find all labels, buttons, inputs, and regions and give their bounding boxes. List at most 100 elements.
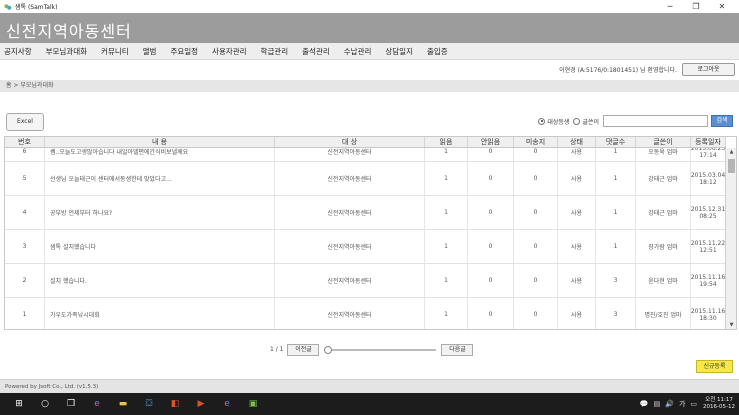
page-indicator: 1 / 1 bbox=[270, 346, 284, 353]
cell-unread: 0 bbox=[468, 230, 514, 263]
scroll-up-icon[interactable]: ▲ bbox=[727, 148, 736, 157]
table-row[interactable]: 3 샘톡 설치했습니다 신전지역아동센터 1 0 0 사용 1 장가람 엄마 2… bbox=[5, 230, 726, 264]
col-header-target[interactable]: 대 상 bbox=[275, 137, 425, 147]
menu-class-management[interactable]: 학급관리 bbox=[261, 46, 289, 57]
clock-date: 2016-05-12 bbox=[703, 404, 735, 410]
footer: Powered by Jsoft Co., Ltd. (v1.5.3) bbox=[0, 379, 739, 393]
scroll-thumb[interactable] bbox=[728, 159, 735, 173]
center-name: 신전지역아동센터 bbox=[6, 22, 132, 41]
menu-schedule[interactable]: 주요일정 bbox=[170, 46, 198, 57]
cell-not-received: 0 bbox=[514, 148, 558, 161]
pager: 1 / 1 이전글 다음글 bbox=[270, 343, 474, 356]
menu-counseling-log[interactable]: 상담일지 bbox=[385, 46, 413, 57]
table-row[interactable]: 2 설치 했습니다. 신전지역아동센터 1 0 0 사용 3 윤다현 엄마 20… bbox=[5, 264, 726, 298]
table-row[interactable]: 4 공부방 언제부터 하나요? 신전지역아동센터 1 0 0 사용 1 강태근 … bbox=[5, 196, 726, 230]
clock[interactable]: 오전 11:17 2016-05-12 bbox=[703, 397, 735, 411]
cell-not-received: 0 bbox=[514, 196, 558, 229]
language-icon[interactable]: 가 bbox=[679, 399, 685, 409]
office-icon[interactable]: ◧ bbox=[168, 397, 182, 411]
cell-read: 1 bbox=[425, 162, 468, 195]
app-icon[interactable]: ▣ bbox=[246, 397, 260, 411]
col-header-unread[interactable]: 안읽음 bbox=[468, 137, 514, 147]
radio-target-label: 대상등생 bbox=[547, 118, 570, 126]
cell-content: 쌤..오늘도고생많아습니다 내일아델편에간식비보낼께요 bbox=[45, 148, 275, 161]
cell-target: 신전지역아동센터 bbox=[275, 230, 425, 263]
col-header-date[interactable]: 등록일자 bbox=[691, 137, 726, 147]
task-view-icon[interactable]: ❒ bbox=[64, 397, 78, 411]
cell-read: 1 bbox=[425, 264, 468, 297]
windows-start-icon[interactable]: ⊞ bbox=[12, 397, 26, 411]
radio-author[interactable]: 글쓴이 bbox=[573, 117, 599, 126]
page-slider[interactable] bbox=[324, 344, 437, 356]
cell-target: 신전지역아동센터 bbox=[275, 162, 425, 195]
cell-no: 3 bbox=[5, 230, 45, 263]
col-header-read[interactable]: 읽음 bbox=[425, 137, 468, 147]
next-button[interactable]: 다음글 bbox=[441, 343, 474, 356]
search-area: 대상등생 글쓴이 검색 bbox=[538, 115, 733, 127]
cell-unread: 0 bbox=[468, 196, 514, 229]
system-tray: 💬 ▤ 🔊 가 ▭ 오전 11:17 2016-05-12 bbox=[635, 393, 735, 415]
cell-comments: 1 bbox=[596, 196, 636, 229]
close-button[interactable]: ✕ bbox=[709, 0, 735, 13]
cell-date: 2015.03.04 18:12 bbox=[691, 162, 726, 195]
window-titlebar: 샘톡 (SamTalk) ─ ❐ ✕ bbox=[0, 0, 739, 13]
cell-no: 4 bbox=[5, 196, 45, 229]
menu-payment[interactable]: 수납관리 bbox=[344, 46, 372, 57]
slider-knob[interactable] bbox=[324, 345, 333, 354]
app-header: 신전지역아동센터 bbox=[0, 13, 739, 43]
col-header-comments[interactable]: 댓글수 bbox=[596, 137, 636, 147]
samtalk-app-icon bbox=[4, 3, 12, 10]
network-icon[interactable]: ▤ bbox=[654, 400, 661, 408]
table-row[interactable]: 1 가우도가족낚시대회 신전지역아동센터 1 0 0 사용 3 명진/호진 엄마… bbox=[5, 298, 726, 329]
new-post-button[interactable]: 신규등록 bbox=[696, 360, 733, 373]
cell-status: 사용 bbox=[558, 196, 596, 229]
windows-taskbar: ⊞ ○ ❒ e ▬ ⛋ ◧ ▶ e ▣ 💬 ▤ 🔊 가 ▭ 오전 11:17 2… bbox=[0, 393, 739, 415]
battery-icon[interactable]: ▭ bbox=[690, 400, 697, 408]
search-button[interactable]: 검색 bbox=[711, 115, 733, 127]
menu-community[interactable]: 커뮤니티 bbox=[101, 46, 129, 57]
cell-date: 2015.11.16 19:54 bbox=[691, 264, 726, 297]
volume-icon[interactable]: 🔊 bbox=[665, 400, 674, 408]
table-header: 번호 내 용 대 상 읽음 안읽음 미송지 상태 댓글수 글쓴이 등록일자 bbox=[5, 137, 726, 148]
menu-notice[interactable]: 공지사항 bbox=[4, 46, 32, 57]
menu-access-pass[interactable]: 출입증 bbox=[427, 46, 448, 57]
cell-read: 1 bbox=[425, 230, 468, 263]
table-row[interactable]: 6 쌤..오늘도고생많아습니다 내일아델편에간식비보낼께요 신전지역아동센터 1… bbox=[5, 148, 726, 162]
menu-parent-chat[interactable]: 부모님과대화 bbox=[46, 46, 87, 57]
col-header-no[interactable]: 번호 bbox=[5, 137, 45, 147]
menu-album[interactable]: 앨범 bbox=[143, 46, 157, 57]
logout-button[interactable]: 로그아웃 bbox=[682, 63, 735, 76]
cell-content: 샘톡 설치했습니다 bbox=[45, 230, 275, 263]
internet-explorer-icon[interactable]: e bbox=[220, 397, 234, 411]
radio-target[interactable]: 대상등생 bbox=[538, 117, 569, 126]
col-header-author[interactable]: 글쓴이 bbox=[636, 137, 691, 147]
col-header-content[interactable]: 내 용 bbox=[45, 137, 275, 147]
menu-attendance[interactable]: 출석관리 bbox=[302, 46, 330, 57]
cell-unread: 0 bbox=[468, 298, 514, 329]
cell-status: 사용 bbox=[558, 162, 596, 195]
col-header-not-received[interactable]: 미송지 bbox=[514, 137, 558, 147]
cell-unread: 0 bbox=[468, 148, 514, 161]
table-row[interactable]: 5 선생님 오늘태근이 센터에서동생한테 맞았다고... 신전지역아동센터 1 … bbox=[5, 162, 726, 196]
cell-comments: 1 bbox=[596, 162, 636, 195]
excel-export-button[interactable]: Excel bbox=[6, 113, 44, 131]
table-body: 6 쌤..오늘도고생많아습니다 내일아델편에간식비보낼께요 신전지역아동센터 1… bbox=[5, 148, 726, 329]
notification-bubble-icon[interactable]: 💬 bbox=[640, 400, 649, 408]
cell-date: 2015.12.31 08:25 bbox=[691, 196, 726, 229]
scroll-down-icon[interactable]: ▼ bbox=[727, 321, 736, 329]
welcome-text: 이현경 (A:5176/0:1801451) 님 환영합니다. bbox=[559, 67, 677, 74]
col-header-status[interactable]: 상태 bbox=[558, 137, 596, 147]
edge-browser-icon[interactable]: e bbox=[90, 397, 104, 411]
file-explorer-icon[interactable]: ▬ bbox=[116, 397, 130, 411]
menu-user-management[interactable]: 사용자관리 bbox=[212, 46, 247, 57]
table-scrollbar[interactable]: ▲ ▼ bbox=[725, 148, 736, 329]
media-icon[interactable]: ▶ bbox=[194, 397, 208, 411]
prev-button[interactable]: 이전글 bbox=[287, 343, 320, 356]
store-icon[interactable]: ⛋ bbox=[142, 397, 156, 411]
maximize-button[interactable]: ❐ bbox=[683, 0, 709, 13]
minimize-button[interactable]: ─ bbox=[657, 0, 683, 13]
search-icon[interactable]: ○ bbox=[38, 397, 52, 411]
cell-author: 오동욱 엄마 bbox=[636, 148, 691, 161]
search-input[interactable] bbox=[603, 115, 708, 127]
cell-no: 6 bbox=[5, 148, 45, 161]
